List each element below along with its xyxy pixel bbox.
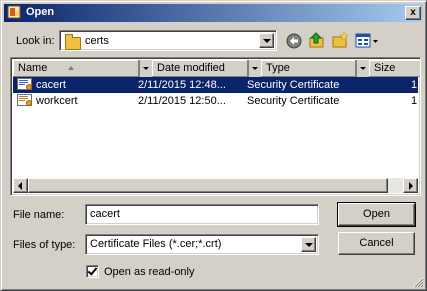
- file-date-cell: 2/11/2015 12:50...: [138, 95, 226, 107]
- new-folder-icon[interactable]: [331, 31, 349, 49]
- list-item[interactable]: workcert 2/11/2015 12:50... Security Cer…: [13, 93, 420, 109]
- file-size-cell: 1 K: [411, 95, 420, 107]
- scroll-right-button[interactable]: [403, 178, 418, 193]
- file-type-value: Certificate Files (*.cer;*.crt): [90, 238, 222, 250]
- horizontal-scrollbar[interactable]: [13, 178, 418, 193]
- scroll-thumb[interactable]: [28, 178, 388, 193]
- look-in-dropdown-button[interactable]: [259, 33, 274, 48]
- file-type-dropdown-button[interactable]: [301, 237, 316, 252]
- app-icon: [7, 5, 21, 19]
- file-type-select[interactable]: Certificate Files (*.cer;*.crt): [85, 234, 319, 255]
- file-name-label: File name:: [13, 209, 65, 221]
- file-name-field[interactable]: cacert: [85, 204, 319, 225]
- column-name-filter-button[interactable]: [139, 60, 152, 77]
- dialog-title: Open: [26, 6, 55, 18]
- column-header-date[interactable]: Date modified: [152, 60, 248, 77]
- read-only-checkbox[interactable]: [86, 265, 99, 278]
- title-bar[interactable]: Open x: [4, 4, 423, 22]
- column-type-filter-button[interactable]: [356, 60, 369, 77]
- resize-grip-icon[interactable]: [412, 276, 424, 288]
- sort-ascending-icon: [68, 66, 74, 70]
- file-date-cell: 2/11/2015 12:48...: [138, 79, 226, 91]
- look-in-value: certs: [85, 35, 109, 47]
- file-type-label: Files of type:: [13, 239, 76, 251]
- close-button[interactable]: x: [405, 6, 421, 20]
- column-date-filter-button[interactable]: [248, 60, 261, 77]
- file-list[interactable]: Name Date modified Type Size cacert 2/11…: [10, 57, 421, 196]
- certificate-icon: [17, 94, 32, 106]
- look-in-combo[interactable]: certs: [59, 30, 277, 51]
- file-size-cell: 1 K: [411, 79, 420, 91]
- list-item[interactable]: cacert 2/11/2015 12:48... Security Certi…: [13, 77, 420, 93]
- look-in-label: Look in:: [16, 35, 55, 47]
- file-name-cell: cacert: [36, 79, 66, 91]
- open-button[interactable]: Open: [337, 202, 416, 227]
- cancel-button[interactable]: Cancel: [338, 232, 415, 255]
- file-name-cell: workcert: [36, 95, 78, 107]
- file-type-cell: Security Certificate: [247, 79, 340, 91]
- close-icon: x: [410, 7, 416, 18]
- read-only-label: Open as read-only: [104, 266, 195, 278]
- back-icon[interactable]: [285, 32, 303, 50]
- up-folder-icon[interactable]: [308, 31, 326, 49]
- column-header-name[interactable]: Name: [13, 60, 139, 77]
- column-header-size[interactable]: Size: [369, 60, 420, 77]
- folder-icon: [65, 34, 81, 50]
- view-menu-icon[interactable]: [354, 32, 379, 50]
- open-dialog: Open x Look in: certs Name Date modified…: [0, 0, 427, 291]
- file-name-value: cacert: [90, 208, 120, 220]
- certificate-icon: [17, 78, 32, 90]
- scroll-left-button[interactable]: [13, 178, 28, 193]
- column-header-type[interactable]: Type: [261, 60, 356, 77]
- file-type-cell: Security Certificate: [247, 95, 340, 107]
